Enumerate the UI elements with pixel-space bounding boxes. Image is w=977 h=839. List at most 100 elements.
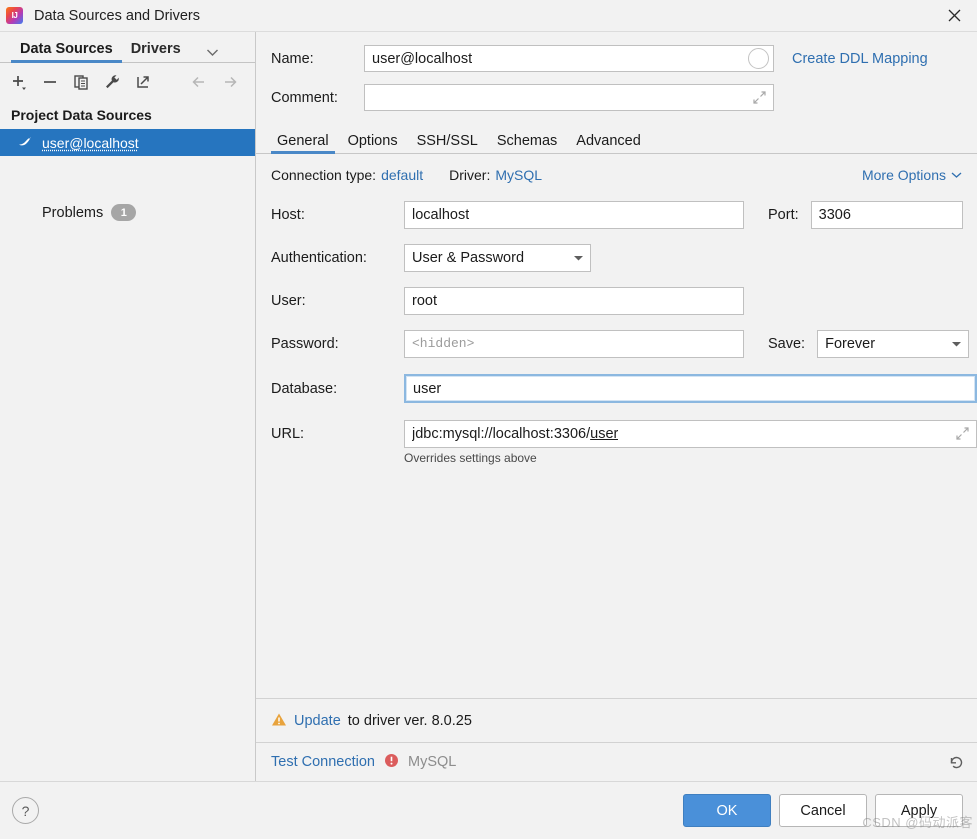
tab-drivers[interactable]: Drivers <box>122 41 190 62</box>
connection-form: Host: localhost Port: 3306 Authenticatio… <box>256 183 977 698</box>
name-input-value: user@localhost <box>372 50 473 67</box>
left-panel-toolbar <box>0 63 255 101</box>
footer-buttons: OK Cancel Apply <box>683 794 963 827</box>
problems-label: Problems <box>42 204 104 221</box>
user-input[interactable]: root <box>404 286 744 315</box>
problems-count-badge: 1 <box>111 204 137 221</box>
url-input[interactable]: jdbc:mysql://localhost:3306/user <box>404 419 977 448</box>
chevron-down-icon[interactable] <box>206 48 219 62</box>
database-label: Database: <box>271 380 338 397</box>
close-icon[interactable] <box>931 0 977 31</box>
user-label: User: <box>271 292 306 309</box>
driver-value[interactable]: MySQL <box>495 167 542 183</box>
password-row: Password: <hidden> Save: Forever <box>271 328 977 359</box>
identity-section: Name: user@localhost Create DDL Mapping … <box>256 32 977 123</box>
cancel-button[interactable]: Cancel <box>779 794 867 827</box>
name-input[interactable]: user@localhost <box>364 45 774 72</box>
comment-input[interactable] <box>364 84 774 111</box>
url-input-value: jdbc:mysql://localhost:3306/user <box>412 426 618 442</box>
title-bar: Data Sources and Drivers <box>0 0 977 32</box>
url-label: URL: <box>271 425 305 442</box>
driver-label: Driver: <box>449 167 491 183</box>
add-icon[interactable] <box>5 69 33 95</box>
authentication-label: Authentication: <box>271 249 367 266</box>
remove-icon[interactable] <box>36 69 64 95</box>
help-icon[interactable]: ? <box>12 797 39 824</box>
export-icon[interactable] <box>129 69 157 95</box>
password-input[interactable]: <hidden> <box>404 329 744 358</box>
update-driver-link[interactable]: Update <box>294 713 341 729</box>
name-row: Name: user@localhost Create DDL Mapping <box>271 45 977 72</box>
host-label: Host: <box>271 206 305 223</box>
wrench-icon[interactable] <box>98 69 126 95</box>
save-value: Forever <box>825 335 876 352</box>
tab-schemas[interactable]: Schemas <box>491 133 563 153</box>
chevron-down-icon <box>561 254 584 262</box>
tab-options[interactable]: Options <box>342 133 404 153</box>
window-title: Data Sources and Drivers <box>34 7 201 24</box>
user-input-value: root <box>412 292 437 309</box>
authentication-value: User & Password <box>412 249 525 266</box>
test-connection-link[interactable]: Test Connection <box>271 754 375 770</box>
mysql-dolphin-icon <box>17 134 33 152</box>
tab-ssh-ssl[interactable]: SSH/SSL <box>411 133 484 153</box>
left-panel-tabs: Data Sources Drivers <box>0 32 255 63</box>
save-label: Save: <box>768 335 806 352</box>
password-label: Password: <box>271 335 339 352</box>
left-panel: Data Sources Drivers Project Data Source… <box>0 32 256 781</box>
comment-row: Comment: <box>271 84 977 111</box>
port-input[interactable]: 3306 <box>810 200 963 229</box>
warning-triangle-icon <box>271 712 287 730</box>
arrow-back-icon <box>185 69 213 95</box>
settings-tabs: General Options SSH/SSL Schemas Advanced <box>256 126 977 154</box>
arrow-forward-icon <box>216 69 244 95</box>
host-input[interactable]: localhost <box>404 200 744 229</box>
port-input-value: 3306 <box>818 206 851 223</box>
tab-data-sources[interactable]: Data Sources <box>11 41 122 63</box>
duplicate-icon[interactable] <box>67 69 95 95</box>
more-options-button[interactable]: More Options <box>862 167 962 183</box>
save-select[interactable]: Forever <box>817 329 970 358</box>
update-driver-text: to driver ver. 8.0.25 <box>347 712 472 729</box>
dialog-footer: ? OK Cancel Apply CSDN @码动派客 <box>0 781 977 839</box>
intellij-idea-logo-icon <box>6 7 23 24</box>
host-input-value: localhost <box>412 206 470 223</box>
expand-icon[interactable] <box>752 90 767 105</box>
database-input[interactable]: user <box>404 374 977 403</box>
tab-general[interactable]: General <box>271 133 335 154</box>
chevron-down-icon <box>939 340 962 348</box>
url-prefix: jdbc:mysql://localhost:3306/ <box>412 425 591 442</box>
overrides-note: Overrides settings above <box>404 451 537 465</box>
revert-icon[interactable] <box>948 754 965 771</box>
url-suffix: user <box>590 425 619 442</box>
connection-type-label: Connection type: <box>271 167 377 183</box>
chevron-down-icon <box>951 172 962 178</box>
error-badge-icon <box>384 753 399 771</box>
data-sources-and-drivers-dialog: Data Sources and Drivers Data Sources Dr… <box>0 0 977 839</box>
project-data-sources-header: Project Data Sources <box>11 107 152 123</box>
authentication-row: Authentication: User & Password <box>271 242 977 273</box>
user-row: User: root <box>271 285 977 316</box>
comment-label: Comment: <box>271 89 338 106</box>
create-ddl-mapping-link[interactable]: Create DDL Mapping <box>792 51 928 67</box>
database-row: Database: user <box>271 373 977 404</box>
tab-advanced[interactable]: Advanced <box>570 133 647 153</box>
ok-button[interactable]: OK <box>683 794 771 827</box>
sidebar-item-user-localhost[interactable]: user@localhost <box>0 129 255 156</box>
sidebar-item-label: user@localhost <box>42 134 139 151</box>
right-panel: Name: user@localhost Create DDL Mapping … <box>256 32 977 781</box>
more-options-label: More Options <box>861 167 946 183</box>
apply-button[interactable]: Apply <box>875 794 963 827</box>
database-input-value: user <box>413 380 442 397</box>
color-circle-icon[interactable] <box>748 48 769 69</box>
connection-type-value[interactable]: default <box>381 167 423 183</box>
host-row: Host: localhost Port: 3306 <box>271 199 977 230</box>
url-row: URL: jdbc:mysql://localhost:3306/user <box>271 418 977 449</box>
expand-icon[interactable] <box>955 426 970 441</box>
driver-update-notice: Update to driver ver. 8.0.25 <box>256 698 977 742</box>
authentication-select[interactable]: User & Password <box>404 243 591 272</box>
dialog-body: Data Sources Drivers Project Data Source… <box>0 32 977 781</box>
password-placeholder: <hidden> <box>412 336 475 351</box>
problems-row[interactable]: Problems 1 <box>0 204 255 221</box>
test-connection-row: Test Connection MySQL <box>256 742 977 781</box>
